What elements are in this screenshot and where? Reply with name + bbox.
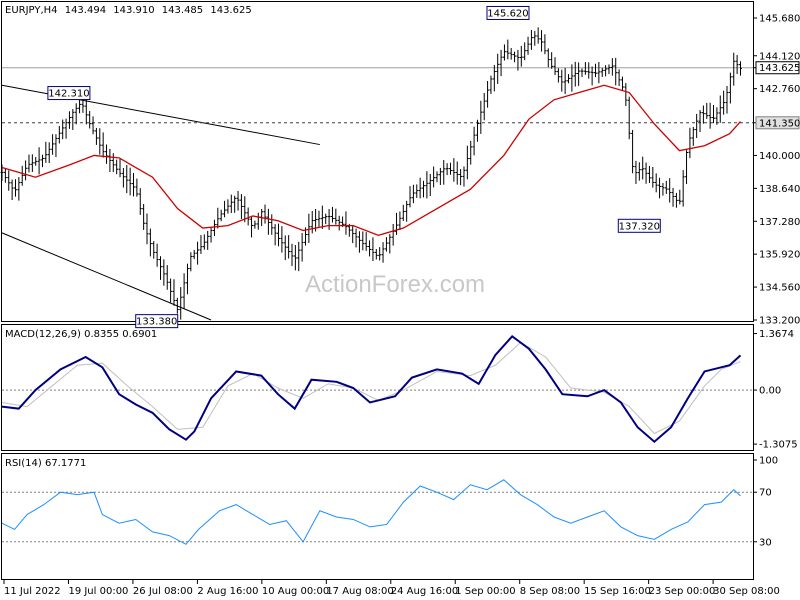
svg-text:138.640: 138.640 xyxy=(759,184,800,195)
svg-text:135.920: 135.920 xyxy=(759,250,800,261)
watermark: ActionForex.com xyxy=(305,271,485,298)
price-y-tick: 133.200 xyxy=(754,316,800,327)
svg-text:142.310: 142.310 xyxy=(48,89,89,100)
price-y-tick: 135.920 xyxy=(754,250,800,261)
price-y-tick: 142.760 xyxy=(754,84,800,95)
svg-text:-1.3075: -1.3075 xyxy=(759,440,798,451)
svg-text:134.560: 134.560 xyxy=(759,283,800,294)
svg-text:23 Sep 00:00: 23 Sep 00:00 xyxy=(649,586,716,597)
svg-text:17 Aug 08:00: 17 Aug 08:00 xyxy=(326,586,393,597)
price-y-tick: 145.680 xyxy=(754,14,800,25)
price-annotation: 137.320 xyxy=(617,218,661,233)
rsi-y-tick: 30 xyxy=(754,537,772,548)
svg-text:8 Sep 08:00: 8 Sep 08:00 xyxy=(520,586,580,597)
svg-text:145.620: 145.620 xyxy=(487,8,528,19)
svg-text:26 Jul 08:00: 26 Jul 08:00 xyxy=(133,586,193,597)
svg-text:137.320: 137.320 xyxy=(619,221,660,232)
svg-text:24 Aug 16:00: 24 Aug 16:00 xyxy=(391,586,458,597)
price-annotation: 133.380 xyxy=(135,314,179,329)
x-tick: 2 Aug 16:00 xyxy=(196,580,258,597)
chart-root: ActionForex.com 142.310 145.620 133.380 137… xyxy=(0,1,800,597)
x-tick: 30 Sep 08:00 xyxy=(712,580,780,597)
x-tick: 26 Jul 08:00 xyxy=(132,580,193,597)
support-level-label: 141.350 xyxy=(754,116,800,130)
macd-y-tick: 1.3674 xyxy=(754,329,794,340)
ohlc-low: 143.485 xyxy=(162,5,203,16)
svg-text:141.350: 141.350 xyxy=(759,118,800,129)
svg-text:30: 30 xyxy=(759,537,772,548)
price-annotation: 145.620 xyxy=(486,5,530,20)
svg-text:133.380: 133.380 xyxy=(136,317,177,328)
rsi-y-tick: 100 xyxy=(754,456,778,467)
x-tick: 10 Aug 00:00 xyxy=(261,580,329,597)
svg-text:140.000: 140.000 xyxy=(759,151,800,162)
current-price-label: 143.625 xyxy=(754,61,800,74)
price-title: EURJPY,H4 143.494 143.910 143.485 143.62… xyxy=(5,5,252,16)
svg-text:144.120: 144.120 xyxy=(759,51,800,62)
price-y-tick: 134.560 xyxy=(754,283,800,294)
price-y-tick: 137.280 xyxy=(754,217,800,228)
rsi-title: RSI(14) 67.1771 xyxy=(5,458,86,469)
x-tick: 23 Sep 00:00 xyxy=(648,580,716,597)
svg-text:1.3674: 1.3674 xyxy=(759,329,794,340)
svg-text:2 Aug 16:00: 2 Aug 16:00 xyxy=(197,586,258,597)
price-annotation: 142.310 xyxy=(47,86,91,101)
price-y-tick: 144.120 xyxy=(754,51,800,62)
rsi-y-tick: 70 xyxy=(754,488,772,499)
svg-text:143.625: 143.625 xyxy=(759,63,800,74)
x-tick: 8 Sep 08:00 xyxy=(519,580,580,597)
ohlc-open: 143.494 xyxy=(65,5,106,16)
x-tick: 19 Jul 00:00 xyxy=(67,580,128,597)
macd-y-tick: 0.00 xyxy=(754,386,781,397)
svg-text:137.280: 137.280 xyxy=(759,217,800,228)
svg-text:19 Jul 00:00: 19 Jul 00:00 xyxy=(68,586,128,597)
x-tick: 1 Sep 00:00 xyxy=(454,580,516,597)
svg-text:100: 100 xyxy=(759,456,778,467)
svg-text:10 Aug 00:00: 10 Aug 00:00 xyxy=(262,586,329,597)
ohlc-close: 143.625 xyxy=(210,5,251,16)
price-y-tick: 140.000 xyxy=(754,151,800,162)
svg-text:133.200: 133.200 xyxy=(759,316,800,327)
macd-title: MACD(12,26,9) 0.8355 0.6901 xyxy=(5,329,157,340)
x-tick: 11 Jul 2022 xyxy=(3,580,61,597)
svg-text:15 Sep 16:00: 15 Sep 16:00 xyxy=(584,586,651,597)
svg-text:1 Sep 00:00: 1 Sep 00:00 xyxy=(455,586,515,597)
macd-y-tick: -1.3075 xyxy=(754,440,798,451)
rsi-panel-frame xyxy=(1,453,754,580)
svg-text:11 Jul 2022: 11 Jul 2022 xyxy=(4,586,61,597)
svg-text:0.00: 0.00 xyxy=(759,386,781,397)
svg-text:30 Sep 08:00: 30 Sep 08:00 xyxy=(713,586,780,597)
svg-text:70: 70 xyxy=(759,488,772,499)
x-tick: 17 Aug 08:00 xyxy=(325,580,394,597)
x-tick: 15 Sep 16:00 xyxy=(583,580,651,597)
svg-text:145.680: 145.680 xyxy=(759,14,800,25)
price-y-tick: 138.640 xyxy=(754,184,800,195)
symbol-timeframe: EURJPY,H4 xyxy=(5,5,58,16)
ohlc-high: 143.910 xyxy=(113,5,154,16)
x-tick: 24 Aug 16:00 xyxy=(390,580,458,597)
svg-text:142.760: 142.760 xyxy=(759,84,800,95)
